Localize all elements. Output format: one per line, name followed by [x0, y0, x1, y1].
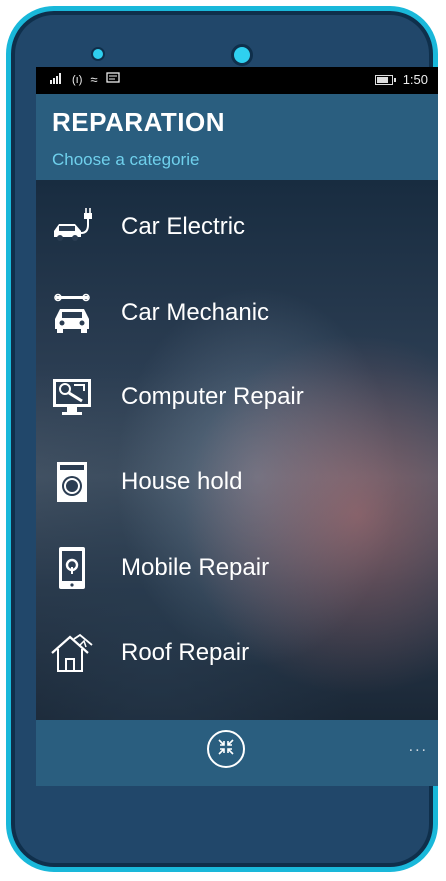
front-camera [231, 44, 253, 66]
more-options-button[interactable]: ... [409, 738, 428, 756]
category-mobile-repair[interactable]: Mobile Repair [36, 538, 438, 598]
wireless-icon: (ı) [72, 73, 83, 86]
signal-icon [50, 72, 64, 87]
category-house-hold[interactable]: House hold [36, 452, 438, 512]
house-roof-icon [50, 631, 94, 675]
category-roof-repair[interactable]: Roof Repair [36, 623, 438, 683]
car-mechanic-icon [50, 291, 94, 335]
category-label: House hold [121, 468, 243, 495]
category-car-mechanic[interactable]: Car Mechanic [36, 283, 438, 343]
bluetooth-icon: ≈ [90, 72, 98, 87]
battery-icon [374, 74, 396, 85]
page-title: REPARATION [52, 107, 226, 137]
category-label: Car Mechanic [121, 299, 270, 326]
mobile-repair-icon [50, 546, 94, 590]
status-time: 1:50 [402, 72, 428, 87]
status-bar: (ı) ≈ 1:50 [36, 67, 438, 94]
phone-screen: (ı) ≈ 1:50 REPARATION Choose a categorie [36, 67, 438, 786]
sensor-dot [91, 47, 105, 61]
page-subtitle: Choose a categorie [52, 150, 200, 169]
category-label: Roof Repair [121, 639, 250, 666]
category-label: Computer Repair [121, 383, 304, 410]
computer-repair-icon [50, 375, 94, 419]
app-header: REPARATION Choose a categorie [36, 94, 438, 180]
category-computer-repair[interactable]: Computer Repair [36, 367, 438, 427]
category-list-area: Car Electric Car Mechanic Computer Repai… [36, 180, 438, 720]
car-electric-icon [50, 205, 94, 249]
washing-machine-icon [50, 460, 94, 504]
category-label: Mobile Repair [121, 554, 270, 581]
message-icon [105, 72, 120, 87]
collapse-arrows-icon [216, 737, 236, 762]
app-bar: ... [36, 720, 438, 786]
category-car-electric[interactable]: Car Electric [36, 197, 438, 257]
category-label: Car Electric [121, 213, 246, 240]
collapse-button[interactable] [207, 730, 245, 768]
